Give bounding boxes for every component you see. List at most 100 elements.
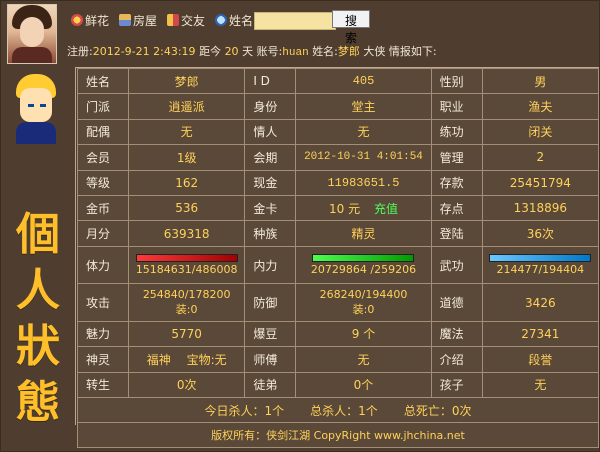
profile-table: 姓名 梦郎 I D 405 性别 男 门派 逍遥派 身份 堂主 职业 渔夫 配偶 [77,67,600,399]
field-value: 36次 [481,220,600,247]
total-deaths: 总死亡：0次 [403,403,472,418]
field-value: 27341 [481,320,600,348]
field-label: 登陆 [430,220,483,247]
field-value: 梦郎 [127,67,246,95]
field-value: 2012-10-31 4:01:54 [295,144,432,171]
field-label: 孩子 [430,371,483,399]
house-icon [119,14,132,26]
skill-cell: 214477/194404 [481,245,600,285]
mp-cell: 20729864 /259206 [295,245,432,285]
hp-bar [135,254,238,262]
portrait-body [16,122,56,144]
link-house-label: 房屋 [133,13,158,28]
name-search-input[interactable] [254,12,336,30]
title-char-3: 狀 [16,321,60,372]
hp-text: 15184631/486008 [135,263,238,276]
copyright: 版权所有：侠剑江湖 CopyRight www.jhchina.net [77,423,599,448]
title-char-2: 人 [16,265,60,316]
field-value: 段誉 [481,346,600,373]
field-value: 堂主 [295,93,432,120]
field-value: 0次 [127,371,246,399]
field-label: 门派 [77,93,129,120]
field-value: 渔夫 [481,93,600,120]
table-row: 转生 0次 徒弟 0个 孩子 无 [77,371,600,399]
field-label: 存点 [430,194,483,222]
field-label: 魔法 [430,320,483,348]
recharge-link[interactable]: 充值 [374,202,398,216]
portrait-eye-left [28,104,34,107]
title-char-4: 態 [16,377,60,428]
field-value: 1318896 [481,194,600,222]
deity-value: 福神 [146,352,171,367]
field-label: 管理 [430,144,483,171]
gold-card-cell: 10 元 充值 [295,194,432,222]
attack-value: 254840/178200 [142,288,231,302]
table-row: 会员 1级 会期 2012-10-31 4:01:54 管理 2 [77,144,600,171]
field-label: 介绍 [430,346,483,373]
mp-bar [312,254,415,262]
link-name-search[interactable]: 姓名 [215,12,253,29]
field-label: 情人 [244,118,297,146]
table-row: 金币 536 金卡 10 元 充值 存点 1318896 [77,194,600,222]
field-value: 9 个 [295,320,432,348]
link-name-search-label: 姓名 [229,13,254,28]
left-panel: 個 人 狀 態 [1,67,76,428]
field-label: 练功 [430,118,483,146]
field-value: 639318 [127,220,246,247]
link-friend-label: 交友 [181,13,206,28]
field-label: 转生 [77,371,129,399]
avatar-body [12,47,52,63]
link-flower-label: 鲜花 [85,13,110,28]
field-label: 徒弟 [244,371,297,399]
field-value: 无 [481,371,600,399]
field-value: 2 [481,144,600,171]
friend-icon [167,14,180,26]
field-value: 无 [127,118,246,146]
deity-cell: 福神 宝物:无 [127,346,246,373]
character-profile-frame: 鲜花 房屋 交友 姓名 搜 索 注册:2012-9-21 2:43:19 距今 … [0,0,600,452]
field-value: 162 [127,169,246,196]
skill-text: 214477/194404 [496,263,585,276]
field-label: 种族 [244,220,297,247]
field-label: 防御 [244,283,297,322]
field-label: 现金 [244,169,297,196]
mp-text: 20729864 /259206 [310,263,417,276]
field-label: 体力 [77,245,129,285]
profile-header: 鲜花 房屋 交友 姓名 搜 索 注册:2012-9-21 2:43:19 距今 … [1,1,599,68]
field-label: 师傅 [244,346,297,373]
kill-stats: 今日杀人：1个 总杀人：1个 总死亡：0次 [77,398,599,423]
profile-table-wrap: 姓名 梦郎 I D 405 性别 男 门派 逍遥派 身份 堂主 职业 渔夫 配偶 [77,67,600,399]
defense-value: 268240/194400 [319,288,408,302]
reg-days-unit: 天 [242,45,254,58]
portrait-eye-right [40,104,46,107]
field-label: 爆豆 [244,320,297,348]
field-label: 职业 [430,93,483,120]
table-row: 姓名 梦郎 I D 405 性别 男 [77,67,600,95]
table-row: 体力 15184631/486008 内力 20729864 /259206 武… [77,245,600,285]
link-house[interactable]: 房屋 [119,12,157,29]
field-value: 男 [481,67,600,95]
search-icon [215,14,228,26]
defense-equip: 装:0 [352,303,375,317]
table-row: 攻击 254840/178200 装:0 防御 268240/194400 装:… [77,283,600,322]
user-avatar [7,4,57,64]
table-row: 神灵 福神 宝物:无 师傅 无 介绍 段誉 [77,346,600,373]
quick-links: 鲜花 房屋 交友 姓名 [71,10,253,30]
field-label: 姓名 [77,67,129,95]
field-label: 月分 [77,220,129,247]
field-label: 等级 [77,169,129,196]
field-value: 0个 [295,371,432,399]
skill-bar [489,254,592,262]
reg-suffix: 情报如下: [388,45,437,58]
reg-days: 20 [224,45,239,58]
treasure-value: 宝物:无 [186,352,227,367]
link-flower[interactable]: 鲜花 [71,12,109,29]
profile-footer: 今日杀人：1个 总杀人：1个 总死亡：0次 版权所有：侠剑江湖 CopyRigh… [77,398,599,451]
search-button[interactable]: 搜 索 [332,10,370,45]
field-value: 536 [127,194,246,222]
reg-date: 2012-9-21 2:43:19 [92,45,196,58]
reg-name: 梦郎 [337,45,360,58]
field-label: 神灵 [77,346,129,373]
field-label: 道德 [430,283,483,322]
link-friend[interactable]: 交友 [167,12,205,29]
